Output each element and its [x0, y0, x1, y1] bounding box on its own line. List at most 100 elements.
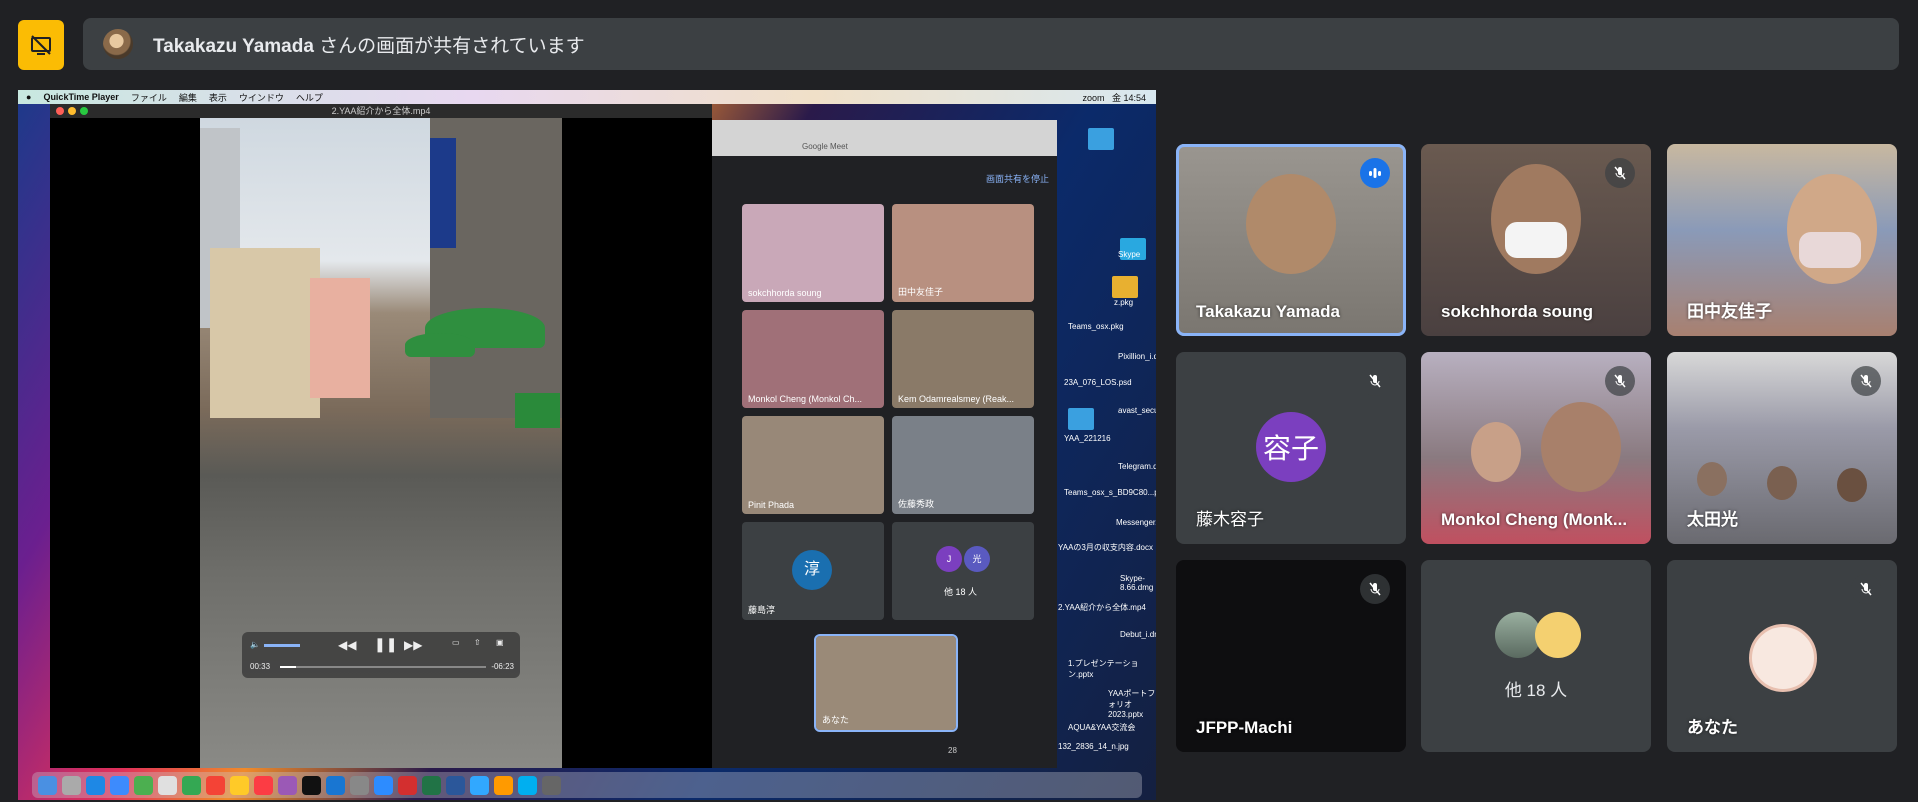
scrubber[interactable]: [280, 666, 486, 668]
file-label: 132_2836_14_n.jpg: [1058, 742, 1129, 751]
participant-video: [1541, 402, 1621, 492]
participant-tile[interactable]: JFPP-Machi: [1176, 560, 1406, 752]
mic-off-icon: [1851, 574, 1881, 604]
mic-off-icon: [1360, 366, 1390, 396]
shared-screen[interactable]: ● QuickTime Player ファイル 編集 表示 ウインドウ ヘルプ …: [18, 90, 1156, 800]
tv-icon[interactable]: [302, 775, 321, 795]
fast-forward-icon[interactable]: ▶▶: [404, 638, 422, 652]
file-label: AQUA&YAA交流会: [1068, 723, 1136, 732]
shared-tile-name: 田中友佳子: [898, 287, 944, 297]
appstore-icon[interactable]: [326, 775, 345, 795]
time-elapsed: 00:33: [250, 662, 271, 671]
acrobat-icon[interactable]: [398, 775, 417, 795]
trash-icon[interactable]: [542, 775, 561, 795]
quicktime-title: 2.YAA紹介から全体.mp4: [331, 106, 431, 116]
quicktime-titlebar: 2.YAA紹介から全体.mp4: [50, 104, 712, 118]
mail-icon[interactable]: [110, 775, 129, 795]
shared-tile: sokchhorda soung: [742, 204, 884, 302]
maps-icon[interactable]: [134, 775, 153, 795]
mic-off-icon: [1360, 574, 1390, 604]
excel-icon[interactable]: [422, 775, 441, 795]
file-label: YAAの3月の収支内容.docx: [1058, 543, 1153, 552]
stop-presenting-button[interactable]: [18, 20, 64, 70]
participant-tile[interactable]: 太田光: [1667, 352, 1897, 544]
participant-tile[interactable]: sokchhorda soung: [1421, 144, 1651, 336]
shared-avatar: 淳: [792, 550, 832, 590]
participant-video: [1697, 462, 1727, 496]
file-label: YAAポートフォリオ2023.pptx: [1108, 689, 1156, 719]
file-label: Messenger.4.106.dmg: [1116, 518, 1156, 527]
participant-video: [1246, 174, 1336, 274]
face-mask: [1799, 232, 1861, 268]
stop-sharing-link[interactable]: 画面共有を停止: [986, 172, 1049, 185]
participant-tile[interactable]: Monkol Cheng (Monk...: [1421, 352, 1651, 544]
participant-tile[interactable]: Takakazu Yamada: [1176, 144, 1406, 336]
file-label: Teams_osx.pkg: [1068, 322, 1124, 331]
safari-icon[interactable]: [86, 775, 105, 795]
participant-tile[interactable]: 他 18 人: [1421, 560, 1651, 752]
launchpad-icon[interactable]: [62, 775, 81, 795]
file-label: Telegram.dmg: [1118, 462, 1156, 471]
zoom-app-icon[interactable]: [374, 775, 393, 795]
file-label: Teams_osx_s_BD9C80...pkg: [1064, 488, 1156, 497]
participant-video: [1471, 422, 1521, 482]
file-label: avast_secure.dmg: [1118, 406, 1156, 415]
shared-avatar: J: [936, 546, 962, 572]
shared-tile: Kem Odamrealsmey (Reak...: [892, 310, 1034, 408]
rewind-icon[interactable]: ◀◀: [338, 638, 356, 652]
illustrator-icon[interactable]: [494, 775, 513, 795]
photos-icon[interactable]: [158, 775, 177, 795]
quicktime-window: 2.YAA紹介から全体.mp4 🔈 ◀◀ ❚❚ ▶▶ ▭ ⇧ ▣ 00:33 -…: [50, 104, 712, 768]
shared-tile: J 光 他 18 人: [892, 522, 1034, 620]
mic-off-icon: [1851, 366, 1881, 396]
word-icon[interactable]: [446, 775, 465, 795]
oppo-sign: [515, 393, 560, 428]
volume-icon[interactable]: 🔈: [250, 640, 260, 649]
shared-tile: Pinit Phada: [742, 416, 884, 514]
participant-tile[interactable]: 容子 藤木容子: [1176, 352, 1406, 544]
music-icon[interactable]: [254, 775, 273, 795]
file-label: 2.YAA紹介から全体.mp4: [1058, 603, 1146, 612]
pip-icon[interactable]: ▣: [496, 638, 504, 647]
facetime-icon[interactable]: [182, 775, 201, 795]
calendar-icon[interactable]: [206, 775, 225, 795]
finder-icon[interactable]: [38, 775, 57, 795]
minimize-icon: [68, 107, 76, 115]
zoom-status: zoom: [1082, 92, 1105, 103]
pause-icon[interactable]: ❚❚: [374, 636, 397, 653]
time-remaining: -06:23: [491, 662, 514, 671]
participant-tile[interactable]: 田中友佳子: [1667, 144, 1897, 336]
settings-icon[interactable]: [350, 775, 369, 795]
participant-name: Monkol Cheng (Monk...: [1441, 510, 1628, 529]
shared-self-label: あなた: [822, 715, 850, 725]
airplay-icon[interactable]: ▭: [452, 638, 460, 647]
present-stop-icon: [31, 35, 51, 55]
apple-icon: ●: [26, 92, 32, 102]
building: [210, 248, 320, 418]
participant-name: 田中友佳子: [1687, 302, 1772, 321]
shared-tile: 淳 藤島淳: [742, 522, 884, 620]
volume-slider[interactable]: [264, 644, 300, 647]
share-icon[interactable]: ⇧: [474, 638, 481, 647]
podcasts-icon[interactable]: [278, 775, 297, 795]
participant-name: 藤木容子: [1196, 510, 1264, 529]
skype-dock-icon[interactable]: [518, 775, 537, 795]
menubar-file: ファイル: [130, 92, 167, 103]
participant-tile[interactable]: あなた: [1667, 560, 1897, 752]
file-label: Pixillion_i.dmg: [1118, 352, 1156, 361]
mac-menubar: ● QuickTime Player ファイル 編集 表示 ウインドウ ヘルプ …: [18, 90, 1156, 104]
file-label: Debut_i.dmg: [1120, 630, 1156, 639]
folder-icon: [1068, 408, 1094, 430]
shared-self-tile: あなた: [814, 634, 958, 732]
shared-tile: 佐藤秀政: [892, 416, 1034, 514]
notes-icon[interactable]: [230, 775, 249, 795]
participant-count: 28: [948, 746, 957, 755]
quicktime-controls[interactable]: 🔈 ◀◀ ❚❚ ▶▶ ▭ ⇧ ▣ 00:33 -06:23: [242, 632, 520, 678]
shared-tile-name: Kem Odamrealsmey (Reak...: [898, 394, 1015, 404]
menubar-help: ヘルプ: [295, 92, 323, 103]
file-label: Skype-8.66.dmg: [1120, 574, 1154, 592]
presentation-banner: Takakazu Yamada さんの画面が共有されています: [83, 18, 1899, 70]
banner-text: Takakazu Yamada さんの画面が共有されています: [153, 31, 585, 58]
photoshop-icon[interactable]: [470, 775, 489, 795]
browser-tabs: [712, 120, 1057, 156]
